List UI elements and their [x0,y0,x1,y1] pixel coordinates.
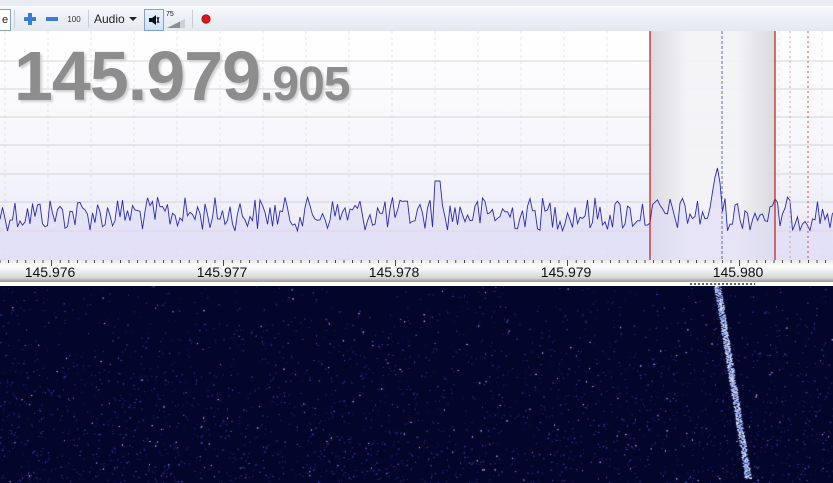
partial-button[interactable]: e [0,9,11,31]
toolbar: e 100 Audio 75 [0,0,833,32]
frequency-main: 145.979 [14,37,261,115]
frequency-fine: .905 [260,58,350,111]
volume-value: 75 [166,10,174,18]
chevron-down-icon [128,17,137,21]
axis-tick-label: 145.979 [540,264,592,280]
plus-icon [24,13,36,25]
partial-button-label: e [1,14,9,26]
zoom-value-text: 100 [67,14,81,24]
toolbar-separator [14,10,15,28]
audio-dropdown[interactable]: Audio [94,9,142,29]
minus-icon [46,17,58,21]
record-icon [201,14,211,24]
zoom-out-button[interactable] [42,9,62,29]
axis-tick-label: 145.978 [368,264,420,280]
volume-slider[interactable]: 75 [166,9,186,29]
zoom-value: 100 [64,9,84,29]
toolbar-separator [88,10,89,28]
volume-ramp-icon [167,18,185,28]
axis-tick-label: 145.980 [712,264,764,280]
axis-tick-label: 145.977 [196,264,248,280]
toolbar-top-strip [0,0,833,6]
waterfall-display[interactable] [0,286,833,483]
speaker-icon [149,15,160,25]
toolbar-separator [192,10,193,28]
audio-dropdown-label: Audio [94,12,125,26]
record-button[interactable] [198,9,214,29]
zoom-in-button[interactable] [20,9,40,29]
axis-tick-label: 145.976 [24,264,76,280]
mute-button[interactable] [144,9,164,31]
frequency-display[interactable]: 145.979.905 [14,36,350,116]
